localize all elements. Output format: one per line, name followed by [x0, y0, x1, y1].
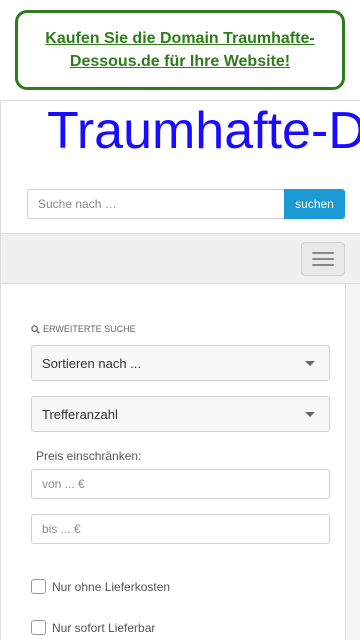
- chevron-down-icon: [305, 360, 315, 366]
- results-count-select[interactable]: Trefferanzahl: [31, 396, 330, 432]
- no-shipping-costs-checkbox[interactable]: [31, 579, 46, 594]
- search-button[interactable]: suchen: [284, 189, 345, 219]
- site-header: Traumhafte-Dessous suchen: [0, 100, 360, 233]
- search-icon: [31, 324, 40, 334]
- immediately-available-checkbox[interactable]: [31, 620, 46, 635]
- price-filter-label: Preis einschränken:: [36, 449, 142, 463]
- domain-promo-box: Kaufen Sie die Domain Traumhafte-Dessous…: [15, 10, 345, 90]
- site-title[interactable]: Traumhafte-Dessous: [47, 101, 360, 161]
- advanced-search-label: ERWEITERTE SUCHE: [43, 324, 136, 334]
- navbar: [0, 233, 360, 284]
- chevron-down-icon: [305, 411, 315, 417]
- content-area: ERWEITERTE SUCHE Sortieren nach ... Tref…: [0, 284, 360, 640]
- immediately-available-option[interactable]: Nur sofort Lieferbar: [31, 620, 155, 635]
- advanced-search-heading: ERWEITERTE SUCHE: [31, 324, 136, 334]
- search-input[interactable]: [27, 189, 284, 219]
- search-form: suche n: [27, 189, 345, 219]
- menu-toggle-button[interactable]: [301, 242, 345, 276]
- results-count-select-value: Trefferanzahl: [42, 406, 118, 422]
- price-from-input[interactable]: [31, 469, 330, 499]
- price-to-input[interactable]: [31, 514, 330, 544]
- menu-icon-bar: [312, 258, 334, 260]
- sort-select[interactable]: Sortieren nach ...: [31, 345, 330, 381]
- no-shipping-costs-option[interactable]: Nur ohne Lieferkosten: [31, 579, 170, 594]
- no-shipping-costs-label: Nur ohne Lieferkosten: [52, 579, 171, 594]
- immediately-available-label: Nur sofort Lieferbar: [52, 620, 156, 635]
- sort-select-value: Sortieren nach ...: [42, 355, 141, 371]
- buy-domain-link[interactable]: Kaufen Sie die Domain Traumhafte-Dessous…: [28, 27, 332, 73]
- menu-icon-bar: [312, 264, 334, 266]
- advanced-search-panel: ERWEITERTE SUCHE Sortieren nach ... Tref…: [0, 284, 346, 640]
- menu-icon-bar: [312, 252, 334, 254]
